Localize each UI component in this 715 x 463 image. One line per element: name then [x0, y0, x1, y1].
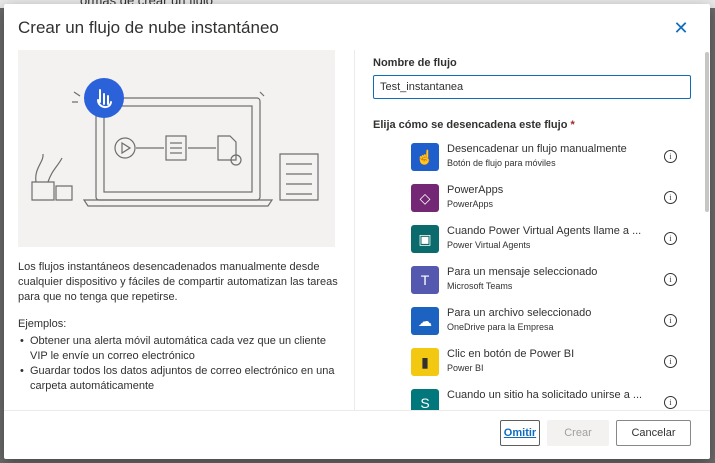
trigger-title: PowerApps	[447, 184, 504, 196]
column-divider	[354, 50, 355, 410]
trigger-label: Elija cómo se desencadena este flujo *	[373, 119, 575, 131]
cancel-button[interactable]: Cancelar	[616, 420, 691, 446]
hand-tap-icon: ☝	[411, 143, 439, 171]
example-item: Guardar todos los datos adjuntos de corr…	[18, 364, 338, 394]
skip-button[interactable]: Omitir	[500, 420, 540, 446]
trigger-title: Cuando un sitio ha solicitado unirse a .…	[447, 389, 643, 401]
sharepoint-icon: S	[411, 389, 439, 410]
trigger-title: Para un mensaje seleccionado	[447, 266, 598, 278]
example-item: Obtener una alerta móvil automática cada…	[18, 334, 338, 364]
examples-label: Ejemplos:	[18, 318, 67, 330]
trigger-powerapps[interactable]: ◇ PowerApps PowerApps i	[411, 181, 691, 215]
trigger-teams-message[interactable]: T Para un mensaje seleccionado Microsoft…	[411, 263, 691, 297]
powerbi-icon: ▮	[411, 348, 439, 376]
trigger-subtitle: Microsoft Teams	[447, 281, 513, 291]
info-icon[interactable]: i	[664, 150, 677, 163]
flow-name-label: Nombre de flujo	[373, 57, 457, 69]
teams-icon: T	[411, 266, 439, 294]
scrollbar-thumb[interactable]	[705, 52, 709, 212]
flow-name-input[interactable]	[373, 75, 691, 99]
trigger-subtitle: Power BI	[447, 363, 484, 373]
flow-description: Los flujos instantáneos desencadenados m…	[18, 261, 338, 303]
info-icon[interactable]: i	[664, 355, 677, 368]
create-flow-dialog: Crear un flujo de nube instantáneo ✕ Los…	[4, 4, 710, 459]
chat-bot-icon: ▣	[411, 225, 439, 253]
scrollbar[interactable]	[704, 50, 710, 370]
trigger-powerbi-button[interactable]: ▮ Clic en botón de Power BI Power BI i	[411, 345, 691, 379]
trigger-onedrive-file[interactable]: ☁ Para un archivo seleccionado OneDrive …	[411, 304, 691, 338]
info-icon[interactable]: i	[664, 396, 677, 409]
trigger-subtitle: PowerApps	[447, 199, 494, 209]
info-icon[interactable]: i	[664, 191, 677, 204]
close-icon[interactable]: ✕	[672, 19, 690, 37]
info-icon[interactable]: i	[664, 273, 677, 286]
trigger-power-virtual-agents[interactable]: ▣ Cuando Power Virtual Agents llame a ..…	[411, 222, 691, 256]
info-icon[interactable]: i	[664, 314, 677, 327]
trigger-title: Desencadenar un flujo manualmente	[447, 143, 627, 155]
required-mark: *	[570, 119, 575, 131]
create-button[interactable]: Crear	[547, 420, 609, 446]
trigger-subtitle: Power Virtual Agents	[447, 240, 531, 250]
trigger-title: Para un archivo seleccionado	[447, 307, 592, 319]
trigger-label-text: Elija cómo se desencadena este flujo	[373, 119, 568, 131]
trigger-title: Cuando Power Virtual Agents llame a ...	[447, 225, 642, 237]
info-icon[interactable]: i	[664, 232, 677, 245]
illustration	[18, 50, 335, 247]
examples-list: Obtener una alerta móvil automática cada…	[18, 334, 338, 394]
trigger-sharepoint-join[interactable]: S Cuando un sitio ha solicitado unirse a…	[411, 386, 691, 410]
powerapps-icon: ◇	[411, 184, 439, 212]
trigger-subtitle: OneDrive para la Empresa	[447, 322, 554, 332]
footer-divider	[4, 410, 710, 411]
trigger-manual[interactable]: ☝ Desencadenar un flujo manualmente Botó…	[411, 140, 691, 174]
onedrive-icon: ☁	[411, 307, 439, 335]
trigger-title: Clic en botón de Power BI	[447, 348, 575, 360]
trigger-subtitle: Botón de flujo para móviles	[447, 158, 556, 168]
dialog-title: Crear un flujo de nube instantáneo	[18, 18, 279, 37]
